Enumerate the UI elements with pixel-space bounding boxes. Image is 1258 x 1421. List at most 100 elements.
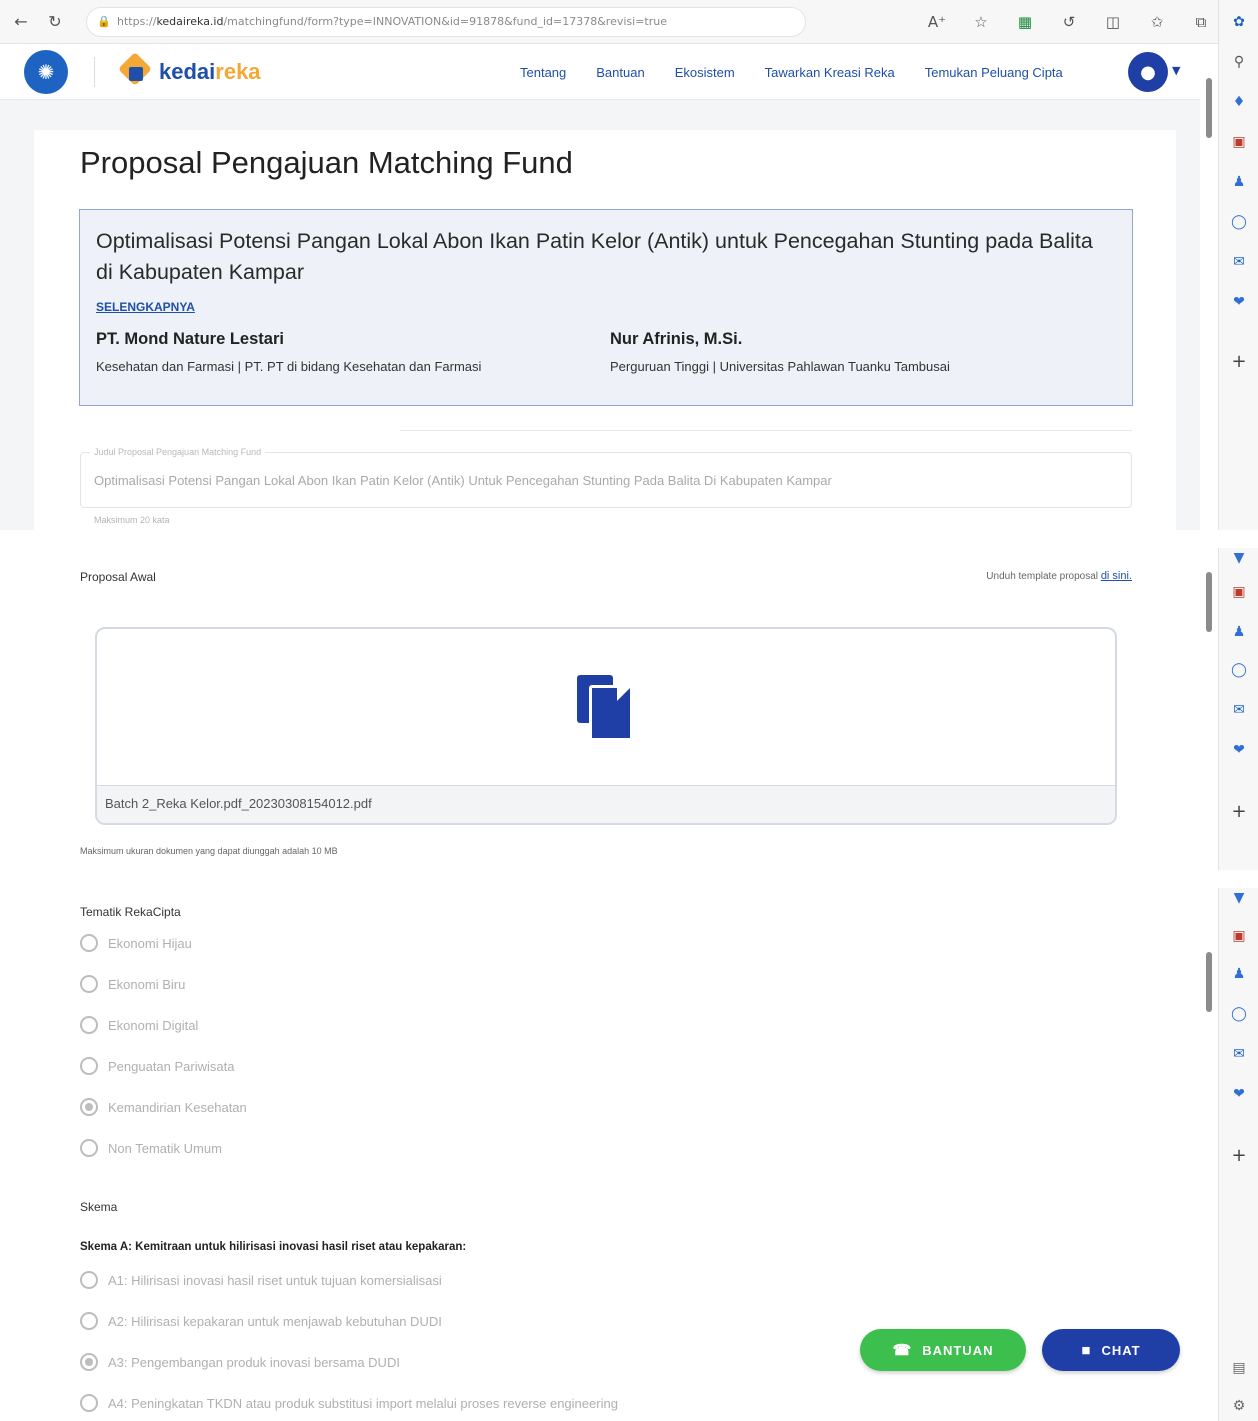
outlook-icon[interactable]: ✉ bbox=[1229, 700, 1249, 720]
tematik-option[interactable]: Non Tematik Umum bbox=[80, 1139, 222, 1157]
radio-icon[interactable] bbox=[80, 1394, 98, 1412]
split-screen-icon[interactable]: ◫ bbox=[1102, 13, 1124, 31]
radio-icon[interactable] bbox=[80, 1057, 98, 1075]
screen-band-middle: Proposal Awal Unduh template proposal di… bbox=[0, 548, 1258, 870]
nav-ekosistem[interactable]: Ekosistem bbox=[675, 65, 735, 80]
ministry-logo-icon[interactable]: ✺ bbox=[24, 49, 68, 94]
user-avatar-icon[interactable]: ● bbox=[1128, 52, 1168, 92]
read-aloud-icon[interactable]: A⁺ bbox=[926, 13, 948, 31]
back-icon[interactable]: ← bbox=[8, 9, 34, 35]
scrollbar[interactable] bbox=[1203, 48, 1215, 528]
radio-icon[interactable] bbox=[80, 1016, 98, 1034]
browser-sidebar: ▼ ▣ ♟ ◯ ✉ ❤ + bbox=[1218, 548, 1258, 870]
tematik-option[interactable]: Penguatan Pariwisata bbox=[80, 1057, 234, 1075]
outlook-icon[interactable]: ✉ bbox=[1229, 1044, 1249, 1064]
nav-temukan[interactable]: Temukan Peluang Cipta bbox=[925, 65, 1063, 80]
proposal-title-field-value: Optimalisasi Potensi Pangan Lokal Abon I… bbox=[94, 473, 832, 488]
address-bar[interactable]: 🔒 https://kedaireka.id/matchingfund/form… bbox=[86, 6, 806, 37]
add-icon[interactable]: + bbox=[1229, 352, 1249, 372]
partner-company-name: PT. Mond Nature Lestari bbox=[96, 330, 284, 348]
skema-option[interactable]: A2: Hilirisasi kepakaran untuk menjawab … bbox=[80, 1312, 442, 1330]
tag-icon[interactable]: ♦ bbox=[1229, 92, 1249, 112]
scrollbar-thumb[interactable] bbox=[1206, 952, 1212, 1012]
skema-option[interactable]: A1: Hilirisasi inovasi hasil riset untuk… bbox=[80, 1271, 442, 1289]
tematik-option[interactable]: Ekonomi Biru bbox=[80, 975, 185, 993]
header-divider bbox=[94, 56, 95, 87]
tematik-option[interactable]: Ekonomi Digital bbox=[80, 1016, 198, 1034]
scrollbar[interactable] bbox=[1203, 568, 1215, 868]
file-upload-dropzone[interactable]: Batch 2_Reka Kelor.pdf_20230308154012.pd… bbox=[95, 627, 1117, 825]
url-scheme: https:// bbox=[117, 15, 157, 28]
people-icon[interactable]: ♟ bbox=[1229, 172, 1249, 192]
tools-icon[interactable]: ❤ bbox=[1229, 292, 1249, 312]
tematik-option-label: Non Tematik Umum bbox=[108, 1140, 222, 1156]
toolbox-icon[interactable]: ▣ bbox=[1229, 132, 1249, 152]
office-icon[interactable]: ◯ bbox=[1229, 1004, 1249, 1024]
url-rest: /matchingfund/form?type=INNOVATION&id=91… bbox=[223, 15, 667, 28]
favorites-icon[interactable]: ✩ bbox=[1146, 13, 1168, 31]
settings-gear-icon[interactable]: ⚙ bbox=[1229, 1396, 1249, 1416]
tools-icon[interactable]: ❤ bbox=[1229, 1084, 1249, 1104]
search-icon[interactable]: ⚲ bbox=[1229, 52, 1249, 72]
skema-option-selected[interactable]: A3: Pengembangan produk inovasi bersama … bbox=[80, 1353, 400, 1371]
tag-icon[interactable]: ▼ bbox=[1229, 888, 1249, 908]
chevron-down-icon[interactable]: ▼ bbox=[1172, 64, 1180, 77]
outlook-icon[interactable]: ✉ bbox=[1229, 252, 1249, 272]
add-icon[interactable]: + bbox=[1229, 1146, 1249, 1166]
tag-icon[interactable]: ▼ bbox=[1229, 548, 1249, 568]
radio-icon[interactable] bbox=[80, 1271, 98, 1289]
help-button-label: BANTUAN bbox=[922, 1342, 994, 1358]
scrollbar[interactable] bbox=[1203, 918, 1215, 1408]
tematik-option[interactable]: Ekonomi Hijau bbox=[80, 934, 192, 952]
document-copy-icon bbox=[577, 675, 637, 741]
office-icon[interactable]: ◯ bbox=[1229, 660, 1249, 680]
extension-grid-icon[interactable]: ▦ bbox=[1014, 13, 1036, 31]
uploaded-file-name: Batch 2_Reka Kelor.pdf_20230308154012.pd… bbox=[97, 785, 1115, 823]
radio-icon[interactable] bbox=[80, 975, 98, 993]
radio-selected-icon[interactable] bbox=[80, 1353, 98, 1371]
divider bbox=[400, 430, 1132, 431]
browser-sidebar: ✿ ⚲ ♦ ▣ ♟ ◯ ✉ ❤ + bbox=[1218, 0, 1258, 530]
scrollbar-thumb[interactable] bbox=[1206, 572, 1212, 632]
chat-button[interactable]: ■ CHAT bbox=[1042, 1329, 1180, 1371]
brand-text-b: reka bbox=[215, 58, 261, 84]
extension-g-icon[interactable]: ↺ bbox=[1058, 13, 1080, 31]
kedaireka-mark-icon bbox=[117, 51, 153, 87]
radio-icon[interactable] bbox=[80, 934, 98, 952]
people-icon[interactable]: ♟ bbox=[1229, 622, 1249, 642]
office-icon[interactable]: ◯ bbox=[1229, 212, 1249, 232]
people-icon[interactable]: ♟ bbox=[1229, 964, 1249, 984]
skema-option[interactable]: A4: Peningkatan TKDN atau produk substit… bbox=[80, 1394, 618, 1412]
see-more-link[interactable]: SELENGKAPNYA bbox=[96, 300, 195, 314]
collections-icon[interactable]: ⧉ bbox=[1190, 13, 1212, 31]
brand-text-a: kedai bbox=[159, 58, 216, 84]
help-button[interactable]: ☎ BANTUAN bbox=[860, 1329, 1026, 1371]
nav-tentang[interactable]: Tentang bbox=[520, 65, 566, 80]
kedaireka-logo[interactable]: kedaireka bbox=[117, 51, 261, 87]
toolbox-icon[interactable]: ▣ bbox=[1229, 926, 1249, 946]
band-separator bbox=[0, 530, 1258, 548]
tools-icon[interactable]: ❤ bbox=[1229, 740, 1249, 760]
skema-option-label: A3: Pengembangan produk inovasi bersama … bbox=[108, 1354, 400, 1370]
favorite-star-icon[interactable]: ☆ bbox=[970, 13, 992, 31]
add-icon[interactable]: + bbox=[1229, 802, 1249, 822]
nav-tawarkan[interactable]: Tawarkan Kreasi Reka bbox=[765, 65, 895, 80]
template-link[interactable]: di sini. bbox=[1101, 570, 1132, 582]
url-host: kedaireka.id bbox=[156, 15, 224, 28]
whatsapp-icon: ☎ bbox=[892, 1342, 913, 1359]
refresh-icon[interactable]: ↻ bbox=[42, 9, 68, 35]
main-nav: Tentang Bantuan Ekosistem Tawarkan Kreas… bbox=[520, 44, 1063, 100]
page-title: Proposal Pengajuan Matching Fund bbox=[80, 145, 573, 180]
toolbox-icon[interactable]: ▣ bbox=[1229, 582, 1249, 602]
nav-bantuan[interactable]: Bantuan bbox=[596, 65, 644, 80]
tematik-option-selected[interactable]: Kemandirian Kesehatan bbox=[80, 1098, 247, 1116]
partner-researcher-name: Nur Afrinis, M.Si. bbox=[610, 330, 743, 348]
copilot-icon[interactable]: ✿ bbox=[1229, 12, 1249, 32]
radio-selected-icon[interactable] bbox=[80, 1098, 98, 1116]
radio-icon[interactable] bbox=[80, 1139, 98, 1157]
radio-icon[interactable] bbox=[80, 1312, 98, 1330]
skema-option-label: A1: Hilirisasi inovasi hasil riset untuk… bbox=[108, 1272, 442, 1288]
scrollbar-thumb[interactable] bbox=[1206, 78, 1212, 138]
browser-toolbar: ← ↻ 🔒 https://kedaireka.id/matchingfund/… bbox=[0, 0, 1258, 44]
screen-capture-icon[interactable]: ▤ bbox=[1229, 1358, 1249, 1378]
